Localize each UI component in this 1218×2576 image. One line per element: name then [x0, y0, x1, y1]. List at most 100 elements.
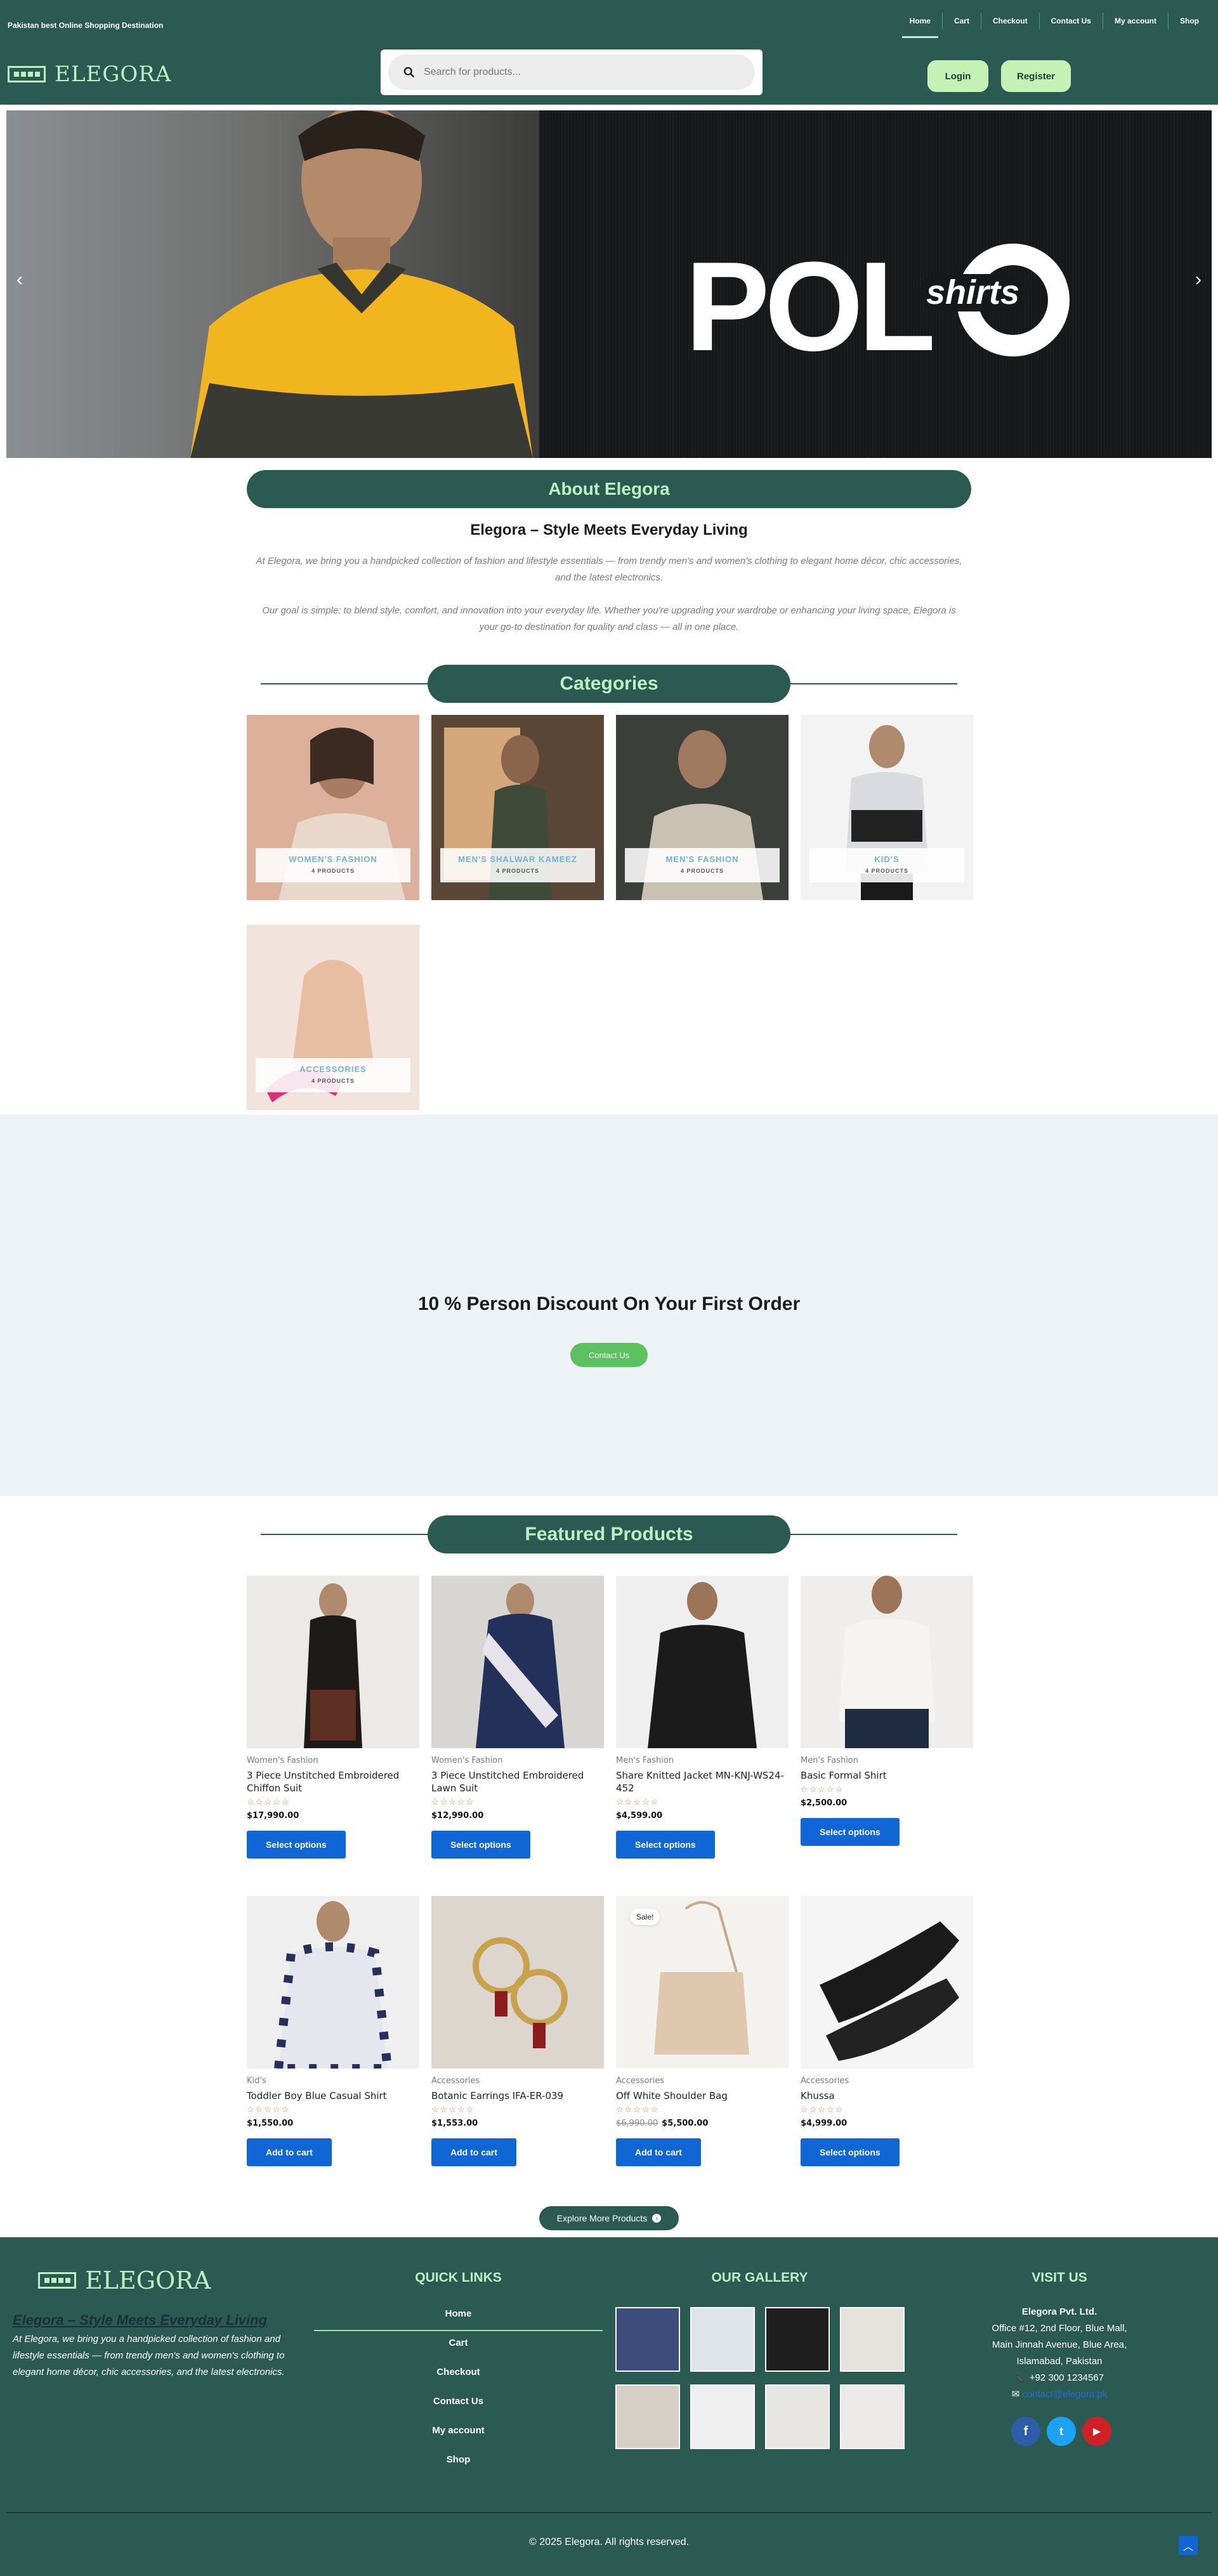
- categories-title: Categories: [428, 665, 790, 703]
- chevron-right-icon[interactable]: ›: [1195, 269, 1202, 291]
- category-card-kids[interactable]: KID'S 4 PRODUCTS: [801, 715, 973, 900]
- product-card[interactable]: Sale! Accessories Off White Shoulder Bag…: [616, 1896, 789, 2166]
- footer-link-shop[interactable]: Shop: [314, 2454, 603, 2465]
- copyright-text: © 2025 Elegora. All rights reserved.: [529, 2537, 689, 2547]
- product-name[interactable]: 3 Piece Unstitched Embroidered Lawn Suit: [431, 1769, 604, 1795]
- footer-link-home[interactable]: Home: [314, 2308, 603, 2319]
- product-card[interactable]: Accessories Botanic Earrings IFA-ER-039 …: [431, 1896, 604, 2166]
- product-price: $2,500.00: [801, 1798, 973, 1808]
- contact-us-button[interactable]: Contact Us: [570, 1343, 648, 1367]
- twitter-icon[interactable]: t: [1047, 2417, 1076, 2446]
- add-to-cart-button[interactable]: Add to cart: [431, 2138, 516, 2166]
- nav-my-account[interactable]: My account: [1102, 13, 1168, 29]
- phone-icon: 📞: [1014, 2372, 1030, 2383]
- footer-logo[interactable]: ELEGORA: [38, 2266, 211, 2294]
- add-to-cart-button[interactable]: Add to cart: [247, 2138, 332, 2166]
- product-card[interactable]: Women's Fashion 3 Piece Unstitched Embro…: [431, 1576, 604, 1859]
- gallery-thumbnail[interactable]: [615, 2384, 680, 2449]
- category-count: 4 PRODUCTS: [865, 868, 908, 874]
- search-input[interactable]: [424, 67, 716, 78]
- footer-divider: [6, 2512, 1212, 2513]
- chevron-up-icon[interactable]: ︿: [1179, 2536, 1198, 2555]
- product-price-current: $4,599.00: [616, 1811, 663, 1821]
- address-line-2: Main Jinnah Avenue, Blue Area,: [992, 2339, 1127, 2350]
- youtube-icon[interactable]: ▶: [1082, 2417, 1111, 2446]
- category-card-accessories[interactable]: ACCESSORIES 4 PRODUCTS: [247, 925, 419, 1110]
- product-card[interactable]: Men's Fashion Basic Formal Shirt ☆☆☆☆☆ $…: [801, 1576, 973, 1846]
- site-footer: ELEGORA Elegora – Style Meets Everyday L…: [0, 2237, 1218, 2576]
- nav-shop[interactable]: Shop: [1168, 13, 1210, 29]
- nav-cart[interactable]: Cart: [941, 13, 981, 29]
- gallery-thumbnail[interactable]: [765, 2307, 830, 2372]
- product-card[interactable]: Accessories Khussa ☆☆☆☆☆ $4,999.00 Selec…: [801, 1896, 973, 2166]
- product-category: Women's Fashion: [431, 1756, 503, 1765]
- gallery-thumbnail[interactable]: [615, 2307, 680, 2372]
- gallery-thumbnail[interactable]: [690, 2307, 755, 2372]
- product-card[interactable]: Men's Fashion Share Knitted Jacket MN-KN…: [616, 1576, 789, 1859]
- select-options-button[interactable]: Select options: [431, 1831, 530, 1859]
- footer-link-my-account[interactable]: My account: [314, 2425, 603, 2436]
- product-name[interactable]: Botanic Earrings IFA-ER-039: [431, 2089, 604, 2102]
- product-image[interactable]: [616, 1576, 789, 1748]
- category-count: 4 PRODUCTS: [311, 868, 355, 874]
- hero-slider[interactable]: POL shirts ‹ ›: [6, 110, 1212, 458]
- product-name[interactable]: Khussa: [801, 2089, 973, 2102]
- explore-more-products-button[interactable]: Explore More Products ›: [539, 2206, 679, 2230]
- product-image[interactable]: [801, 1896, 973, 2069]
- product-category: Accessories: [431, 2076, 480, 2086]
- gallery-thumbnail[interactable]: [840, 2307, 905, 2372]
- facebook-icon[interactable]: f: [1011, 2417, 1040, 2446]
- product-card[interactable]: Women's Fashion 3 Piece Unstitched Embro…: [247, 1576, 419, 1859]
- gallery-thumbnail[interactable]: [765, 2384, 830, 2449]
- category-label: WOMEN'S FASHION 4 PRODUCTS: [256, 848, 410, 882]
- about-paragraph-2: Our goal is simple: to blend style, comf…: [262, 605, 956, 632]
- product-price-current: $12,990.00: [431, 1811, 484, 1821]
- footer-description: At Elegora, we bring you a handpicked co…: [13, 2334, 285, 2377]
- product-image[interactable]: [247, 1576, 419, 1748]
- category-card-womens-fashion[interactable]: WOMEN'S FASHION 4 PRODUCTS: [247, 715, 419, 900]
- register-button[interactable]: Register: [1001, 60, 1071, 92]
- product-category: Men's Fashion: [616, 1756, 674, 1765]
- product-image[interactable]: [431, 1576, 604, 1748]
- product-name[interactable]: Share Knitted Jacket MN-KNJ-WS24-452: [616, 1769, 789, 1795]
- product-name[interactable]: Toddler Boy Blue Casual Shirt: [247, 2089, 419, 2102]
- hero-subheadline: shirts: [920, 273, 1026, 312]
- select-options-button[interactable]: Select options: [616, 1831, 715, 1859]
- logo-text: ELEGORA: [55, 62, 172, 87]
- category-name: MEN'S FASHION: [665, 854, 739, 864]
- arrow-right-circle-icon: ›: [652, 2214, 662, 2223]
- product-price: $4,599.00: [616, 1811, 789, 1821]
- phone-number[interactable]: +92 300 1234567: [1030, 2372, 1104, 2383]
- product-card[interactable]: Kid's Toddler Boy Blue Casual Shirt ☆☆☆☆…: [247, 1896, 419, 2166]
- add-to-cart-button[interactable]: Add to cart: [616, 2138, 701, 2166]
- product-image[interactable]: [431, 1896, 604, 2069]
- nav-checkout[interactable]: Checkout: [980, 13, 1039, 29]
- chevron-left-icon[interactable]: ‹: [16, 269, 23, 291]
- search-icon[interactable]: [403, 67, 415, 78]
- product-name[interactable]: Basic Formal Shirt: [801, 1769, 973, 1782]
- product-name[interactable]: 3 Piece Unstitched Embroidered Chiffon S…: [247, 1769, 419, 1795]
- nav-contact[interactable]: Contact Us: [1038, 13, 1103, 29]
- logo-mark-icon: [38, 2272, 76, 2289]
- select-options-button[interactable]: Select options: [801, 2138, 900, 2166]
- product-name[interactable]: Off White Shoulder Bag: [616, 2089, 789, 2102]
- gallery-thumbnail[interactable]: [690, 2384, 755, 2449]
- email-address[interactable]: contact@elegora.pk: [1023, 2389, 1108, 2400]
- product-image[interactable]: [801, 1576, 973, 1748]
- nav-home[interactable]: Home: [898, 13, 942, 38]
- category-card-mens-shalwar-kameez[interactable]: MEN'S SHALWAR KAMEEZ 4 PRODUCTS: [431, 715, 604, 900]
- product-image[interactable]: [247, 1896, 419, 2069]
- login-button[interactable]: Login: [927, 60, 988, 92]
- footer-link-contact[interactable]: Contact Us: [314, 2396, 603, 2407]
- gallery-thumbnail[interactable]: [840, 2384, 905, 2449]
- site-logo[interactable]: ELEGORA: [8, 62, 171, 87]
- select-options-button[interactable]: Select options: [801, 1818, 900, 1846]
- footer-link-checkout[interactable]: Checkout: [314, 2367, 603, 2377]
- product-price: $1,553.00: [431, 2119, 604, 2128]
- select-options-button[interactable]: Select options: [247, 1831, 346, 1859]
- product-image[interactable]: Sale!: [616, 1896, 789, 2069]
- footer-link-cart[interactable]: Cart: [314, 2337, 603, 2348]
- search-field-wrapper: [388, 55, 755, 90]
- product-category: Men's Fashion: [801, 1756, 858, 1765]
- category-card-mens-fashion[interactable]: MEN'S FASHION 4 PRODUCTS: [616, 715, 789, 900]
